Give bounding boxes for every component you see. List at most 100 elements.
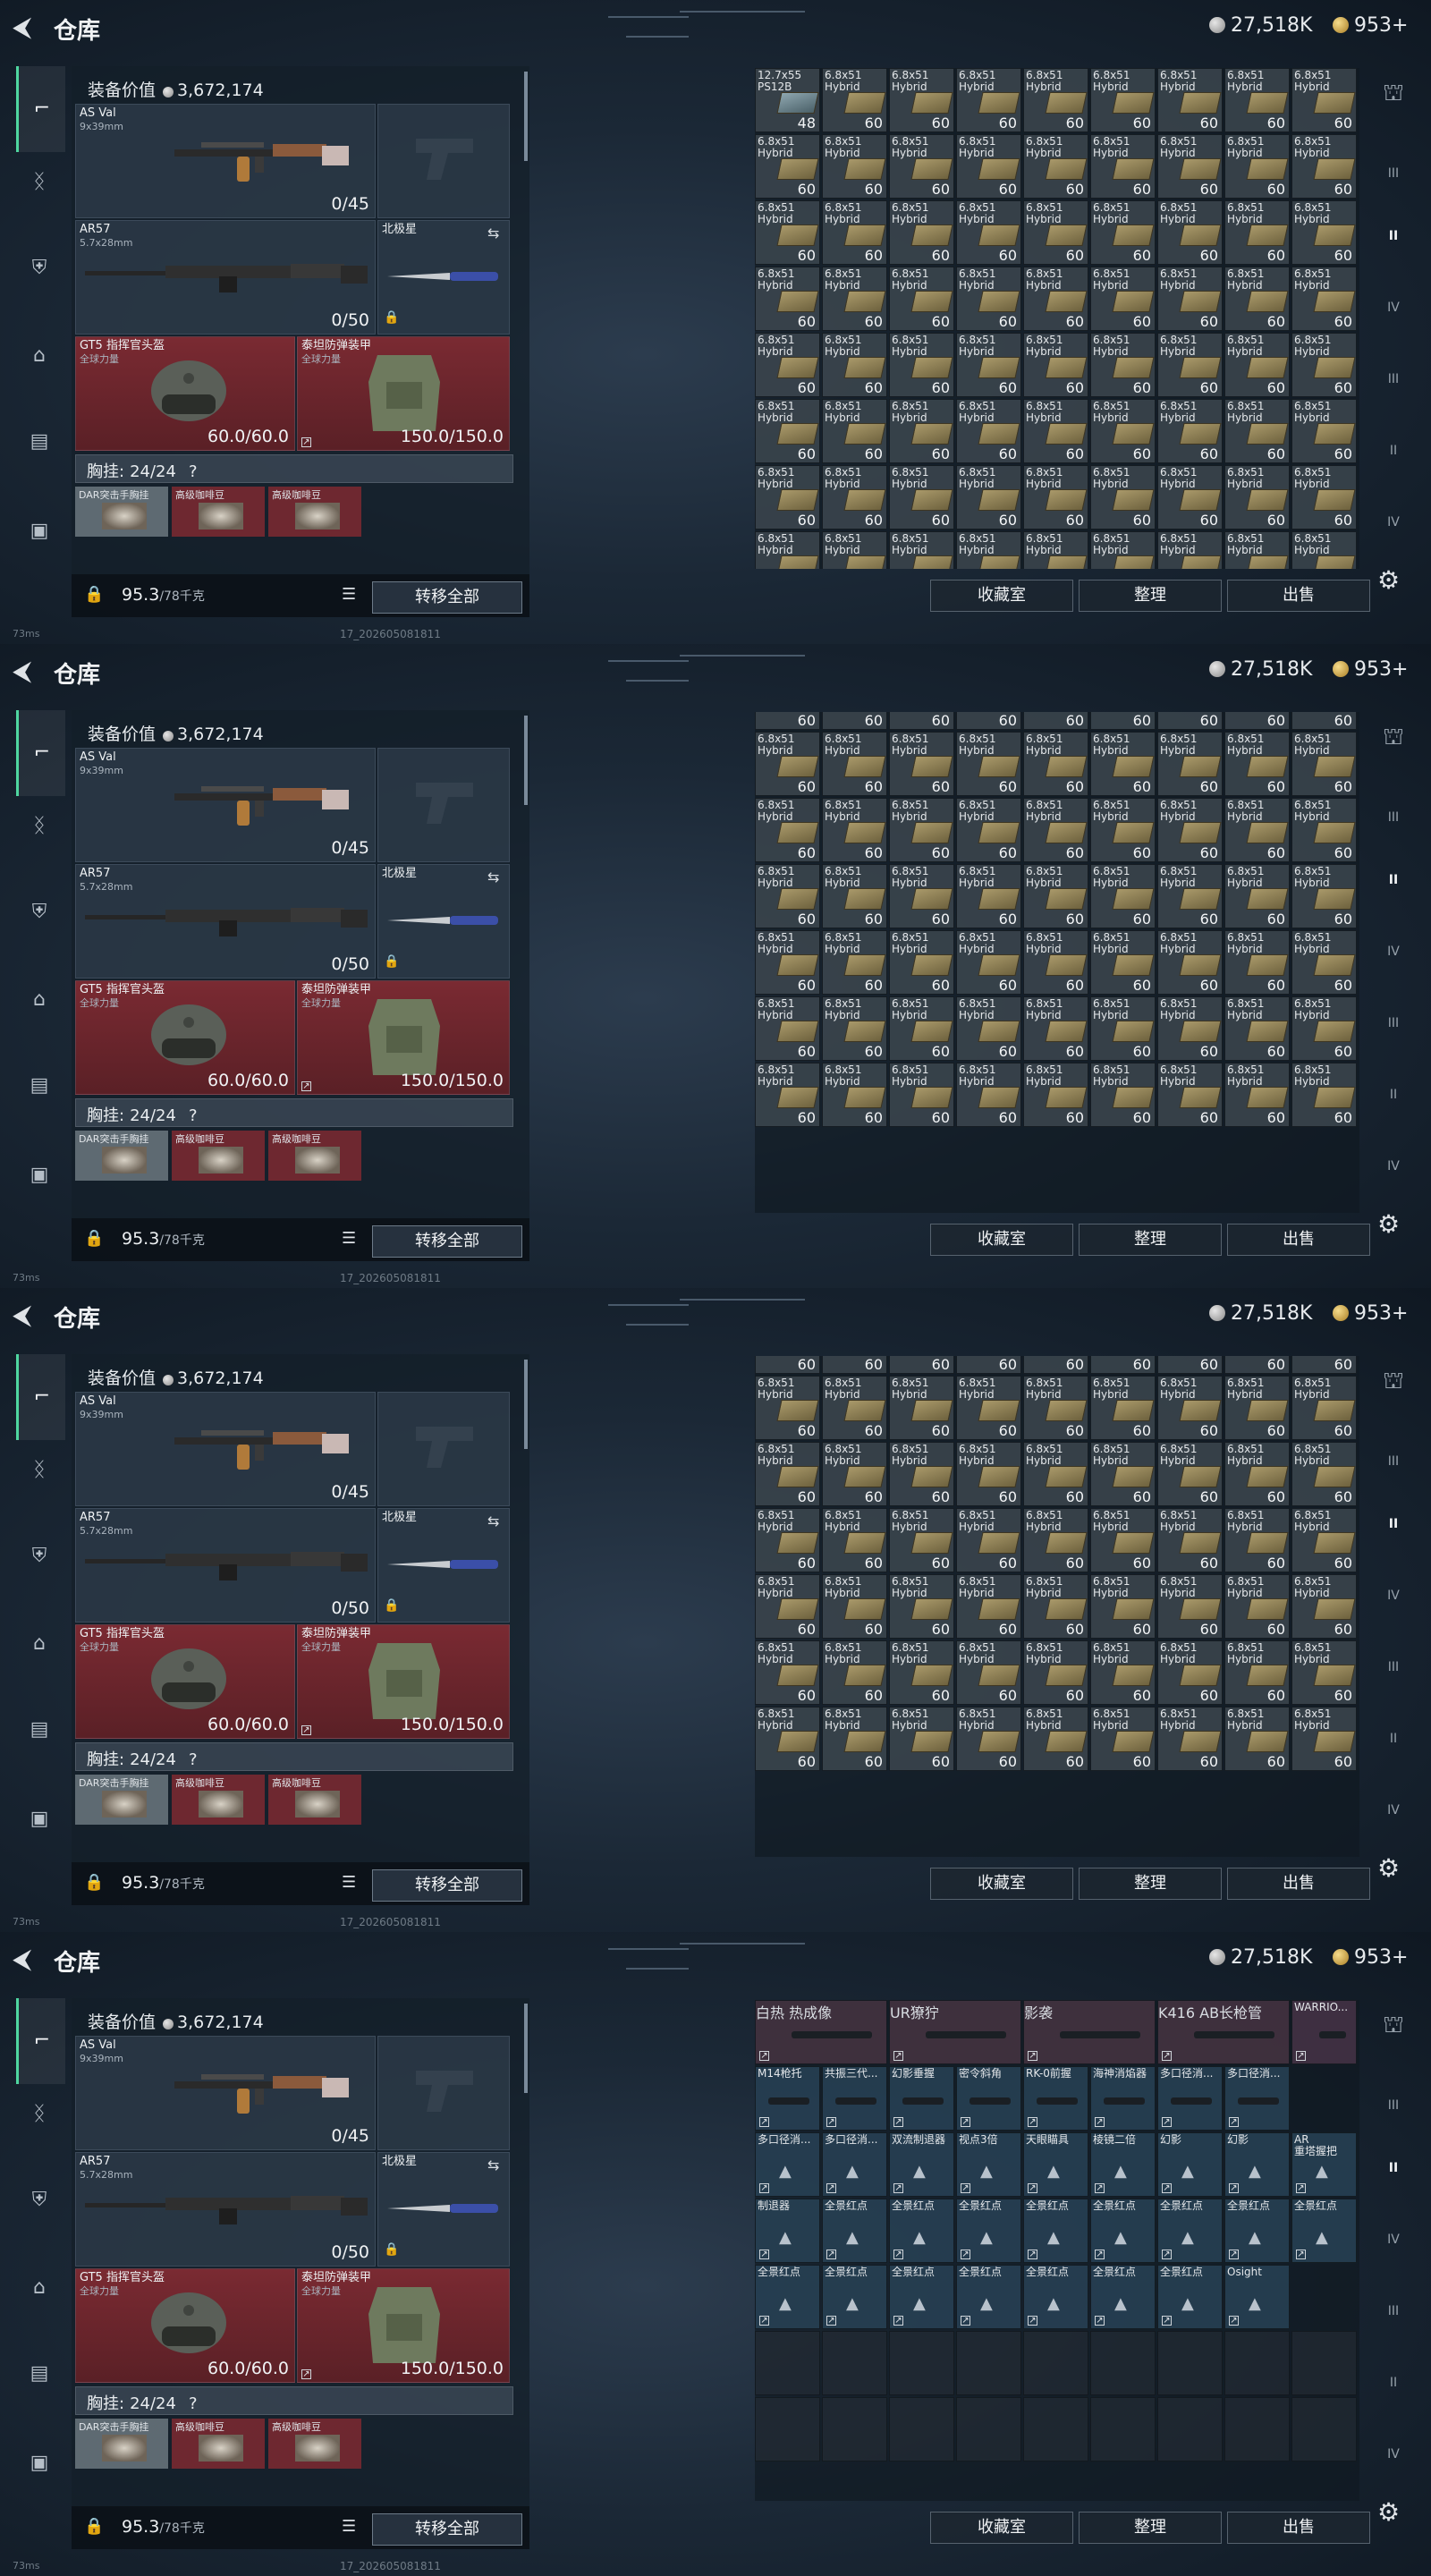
attachment-item[interactable]: RK-0前握 ↗: [1023, 2066, 1088, 2131]
ammo-box-item[interactable]: 6.8x51 Hybrid60: [889, 712, 954, 730]
ammo-box-item[interactable]: 6.8x51 Hybrid60: [1090, 200, 1156, 265]
ammo-box-item[interactable]: 6.8x51 Hybrid60: [1224, 267, 1290, 331]
chest-rig-bar[interactable]: 胸挂: 24/24?: [75, 1098, 513, 1127]
ammo-box-item[interactable]: 6.8x51 Hybrid60: [1023, 798, 1088, 862]
helmet-slot[interactable]: GT5 指挥官头盔全球力量60.0/60.0↗: [75, 1624, 295, 1739]
attachment-item[interactable]: 全景红点 ▲ ↗: [1090, 2265, 1156, 2329]
ammo-box-item[interactable]: 6.8x51 Hybrid60: [1090, 399, 1156, 463]
rig-item[interactable]: DAR突击手胸挂: [75, 1131, 168, 1181]
ammo-box-item[interactable]: 6.8x51 Hybrid60: [1224, 465, 1290, 530]
ammo-box-item[interactable]: 6.8x51 Hybrid60: [1023, 399, 1088, 463]
attachment-item[interactable]: 密令斜角 ↗: [956, 2066, 1021, 2131]
ammo-box-item[interactable]: 6.8x51 Hybrid60: [956, 1707, 1021, 1771]
ammo-box-item[interactable]: 6.8x51 Hybrid60: [1224, 732, 1290, 796]
ammo-box-item[interactable]: 6.8x51 Hybrid60: [1224, 1063, 1290, 1127]
armor-tab-icon[interactable]: ⛨: [18, 2179, 61, 2222]
attachment-item[interactable]: AR 重塔握把 ▲ ↗: [1291, 2132, 1357, 2197]
ammo-box-item[interactable]: 6.8x51 Hybrid60: [956, 465, 1021, 530]
ammo-box-item[interactable]: 6.8x51 Hybrid60: [1023, 134, 1088, 199]
ammo-box-item[interactable]: 6.8x51 Hybrid60: [822, 399, 887, 463]
ammo-box-item[interactable]: 6.8x51 Hybrid60: [889, 864, 954, 928]
ammo-box-item[interactable]: 6.8x51 Hybrid60: [1023, 1376, 1088, 1440]
ammo-box-item[interactable]: 6.8x51 Hybrid60: [1090, 1063, 1156, 1127]
attachment-item[interactable]: 视点3倍 ▲ ↗: [956, 2132, 1021, 2197]
ammo-box-item[interactable]: 6.8x51 Hybrid60: [1023, 712, 1088, 730]
lock-icon[interactable]: 🔒: [84, 2517, 104, 2536]
swap-icon[interactable]: ⇆: [487, 2157, 499, 2174]
ammo-box-item[interactable]: 6.8x51 Hybrid60: [1157, 1442, 1223, 1506]
ammo-box-item[interactable]: 6.8x51 Hybrid60: [956, 267, 1021, 331]
ammo-box-item[interactable]: 6.8x51 Hybrid60: [1291, 1376, 1357, 1440]
list-view-icon[interactable]: ☰: [342, 1229, 356, 1248]
ammo-box-item[interactable]: 6.8x51 Hybrid60: [1157, 712, 1223, 730]
ammo-box-item[interactable]: 6.8x51 Hybrid60: [889, 1063, 954, 1127]
rig-item[interactable]: 高级咖啡豆: [172, 2419, 265, 2469]
armor-slot[interactable]: 泰坦防弹装甲 全球力量 150.0/150.0 ↗: [297, 2268, 510, 2383]
helmet-slot[interactable]: GT5 指挥官头盔全球力量60.0/60.0↗: [75, 336, 295, 451]
backpack-tab-icon[interactable]: ⌂: [18, 1623, 61, 1665]
ammo-box-item[interactable]: 6.8x51 Hybrid60: [1157, 1707, 1223, 1771]
attachment-item[interactable]: 共振三代... ↗: [822, 2066, 887, 2131]
sell-button[interactable]: 出售: [1227, 1224, 1370, 1256]
empty-slot[interactable]: [889, 2331, 954, 2395]
ammo-box-item[interactable]: 6.8x51 Hybrid60: [1224, 996, 1290, 1061]
ammo-box-item[interactable]: 6.8x51 Hybrid60: [822, 200, 887, 265]
attachment-item[interactable]: 双流制退器 ▲ ↗: [889, 2132, 954, 2197]
attachment-item[interactable]: 全景红点 ▲ ↗: [1291, 2199, 1357, 2263]
ammo-box-item[interactable]: 6.8x51 Hybrid60: [822, 1063, 887, 1127]
empty-slot[interactable]: [1023, 2397, 1088, 2462]
attachment-item[interactable]: 多口径消... ↗: [1224, 2066, 1290, 2131]
ammo-box-item[interactable]: 6.8x51 Hybrid60: [755, 134, 820, 199]
ammo-box-item[interactable]: 6.8x51 Hybrid60: [1291, 712, 1357, 730]
empty-slot[interactable]: [956, 2331, 1021, 2395]
empty-slot[interactable]: [956, 2397, 1021, 2462]
pistol-slot[interactable]: [377, 104, 510, 218]
ammo-box-item[interactable]: 6.8x51 Hybrid60: [1023, 1063, 1088, 1127]
armor-slot[interactable]: 泰坦防弹装甲 全球力量 150.0/150.0 ↗: [297, 336, 510, 451]
empty-slot[interactable]: [1090, 2397, 1156, 2462]
case-tab-icon[interactable]: ▤: [18, 2352, 61, 2395]
ammo-box-item[interactable]: 6.8x51 Hybrid60: [1224, 1574, 1290, 1639]
attachment-item[interactable]: K416 AB长枪管 ↗: [1157, 2000, 1290, 2064]
gear-scrollbar[interactable]: [524, 716, 528, 805]
attachment-item[interactable]: Osight ▲ ↗: [1224, 2265, 1290, 2329]
ammo-box-item[interactable]: 6.8x51 Hybrid60: [755, 1574, 820, 1639]
ammo-box-item[interactable]: 6.8x51 Hybrid60: [956, 732, 1021, 796]
ammo-box-item[interactable]: 6.8x51 Hybrid60: [1291, 864, 1357, 928]
ammo-box-item[interactable]: 6.8x51 Hybrid60: [1157, 996, 1223, 1061]
secondary-weapon-slot[interactable]: AR57 5.7x28mm 0/50: [75, 220, 376, 335]
tier-tab[interactable]: IV: [1370, 1792, 1417, 1828]
lock-icon[interactable]: 🔒: [84, 585, 104, 604]
ammo-box-item[interactable]: 6.8x51 Hybrid60: [1224, 1442, 1290, 1506]
ammo-box-item[interactable]: 6.8x51 Hybrid60: [822, 1640, 887, 1705]
ammo-box-item[interactable]: 6.8x51 Hybrid60: [1023, 267, 1088, 331]
empty-slot[interactable]: [1023, 2331, 1088, 2395]
back-icon[interactable]: ⮜: [13, 13, 43, 43]
melee-slot[interactable]: 北极星 ⇆ 🔒: [377, 2152, 510, 2267]
weapon-tab-icon[interactable]: ⌐: [16, 1354, 65, 1440]
tier-tab[interactable]: IV: [1370, 2436, 1417, 2472]
ammo-box-item[interactable]: 6.8x51 Hybrid60: [1291, 267, 1357, 331]
attachment-item[interactable]: 多口径消... ▲ ↗: [755, 2132, 820, 2197]
ammo-box-item[interactable]: 6.8x51 Hybrid60: [1224, 531, 1290, 569]
ammo-box-item[interactable]: 6.8x51 Hybrid60: [1023, 531, 1088, 569]
ammo-box-item[interactable]: 6.8x51 Hybrid60: [755, 333, 820, 397]
ammo-box-item[interactable]: 6.8x51 Hybrid60: [956, 399, 1021, 463]
gear-scrollbar[interactable]: [524, 72, 528, 161]
ammo-box-item[interactable]: 6.8x51 Hybrid60: [956, 996, 1021, 1061]
weapon-tab-icon[interactable]: ⌐: [16, 1998, 65, 2084]
ammo-box-item[interactable]: 6.8x51 Hybrid60: [956, 1063, 1021, 1127]
ammo-box-item[interactable]: 6.8x51 Hybrid60: [1090, 1508, 1156, 1572]
rig-item[interactable]: 高级咖啡豆: [268, 2419, 361, 2469]
ammo-box-item[interactable]: 6.8x51 Hybrid60: [889, 333, 954, 397]
ammo-box-item[interactable]: 6.8x51 Hybrid60: [755, 1356, 820, 1374]
backpack-tab-icon[interactable]: ⌂: [18, 335, 61, 377]
sort-button[interactable]: 整理: [1079, 1868, 1222, 1900]
help-icon[interactable]: ?: [189, 462, 198, 481]
ammo-box-item[interactable]: 6.8x51 Hybrid60: [1291, 798, 1357, 862]
ammo-box-item[interactable]: 6.8x51 Hybrid60: [822, 1707, 887, 1771]
briefcase-tab-icon[interactable]: ▣: [18, 2442, 61, 2485]
sort-button[interactable]: 整理: [1079, 2512, 1222, 2544]
case-tab-icon[interactable]: ▤: [18, 420, 61, 463]
ammo-box-item[interactable]: 6.8x51 Hybrid60: [755, 1508, 820, 1572]
